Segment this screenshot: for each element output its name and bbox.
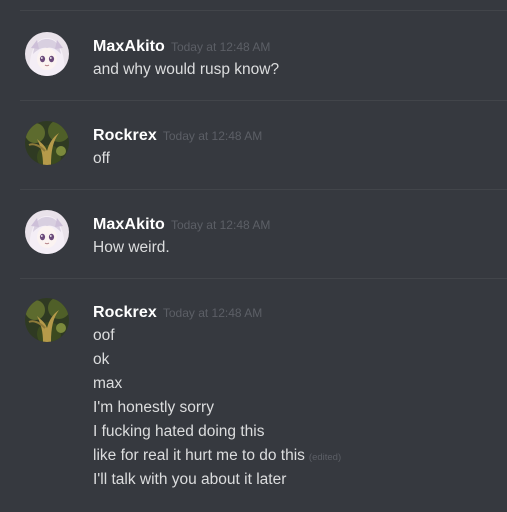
message-text: I'm honestly sorry — [93, 399, 214, 416]
message-text: and why would rusp know? — [93, 61, 280, 78]
message-divider — [20, 189, 507, 190]
username[interactable]: MaxAkito — [93, 216, 165, 233]
message-text-edited: like for real it hurt me to do this (edit… — [93, 447, 341, 465]
message-text: I fucking hated doing this — [93, 423, 265, 440]
avatar-rockrex[interactable] — [25, 121, 69, 165]
message-divider — [20, 278, 507, 279]
timestamp: Today at 12:48 AM — [170, 218, 271, 232]
timestamp: Today at 12:48 AM — [162, 129, 263, 143]
username[interactable]: MaxAkito — [93, 38, 165, 55]
avatar-rockrex[interactable] — [25, 298, 69, 342]
message-divider — [20, 10, 507, 11]
message-header: Rockrex Today at 12:48 AM — [93, 125, 262, 145]
message-text: off — [93, 150, 110, 167]
avatar-maxakito[interactable] — [25, 32, 69, 76]
message-text: max — [93, 375, 123, 392]
message-text: oof — [93, 327, 115, 344]
chat-messages-area: MaxAkito Today at 12:48 AM and why would … — [0, 0, 507, 512]
message-text: like for real it hurt me to do this — [93, 447, 305, 464]
message-header: MaxAkito Today at 12:48 AM — [93, 36, 270, 56]
message-text: ok — [93, 351, 110, 368]
edited-label: (edited) — [308, 452, 342, 463]
tree-avatar-icon — [25, 121, 69, 165]
anime-girl-avatar-icon — [25, 210, 69, 254]
message-text: How weird. — [93, 239, 170, 256]
message-header: MaxAkito Today at 12:48 AM — [93, 214, 270, 234]
timestamp: Today at 12:48 AM — [162, 306, 263, 320]
anime-girl-avatar-icon — [25, 32, 69, 76]
message-header: Rockrex Today at 12:48 AM — [93, 302, 262, 322]
avatar-maxakito[interactable] — [25, 210, 69, 254]
tree-avatar-icon — [25, 298, 69, 342]
message-divider — [20, 100, 507, 101]
timestamp: Today at 12:48 AM — [170, 40, 271, 54]
username[interactable]: Rockrex — [93, 127, 157, 144]
message-text: I'll talk with you about it later — [93, 471, 287, 488]
username[interactable]: Rockrex — [93, 304, 157, 321]
